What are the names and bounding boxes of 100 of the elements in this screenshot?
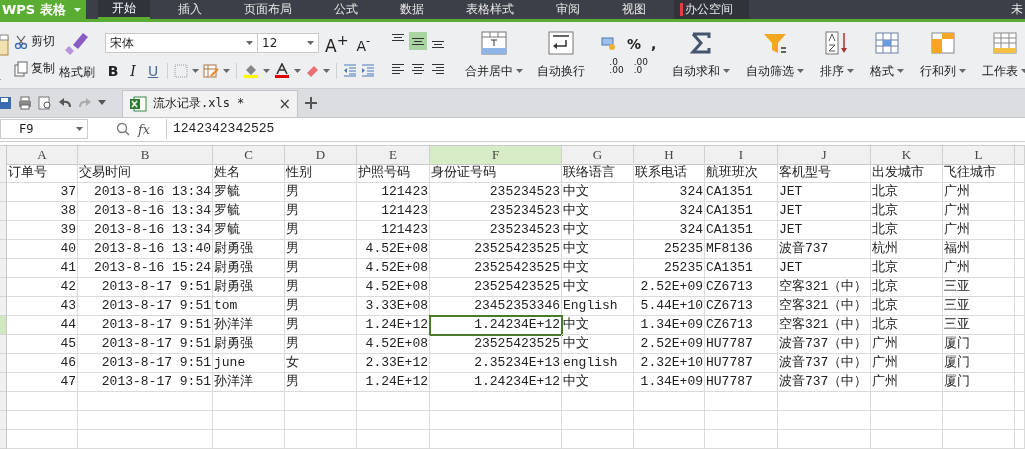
column-header[interactable]: D: [285, 146, 357, 165]
table-style-icon[interactable]: [203, 63, 219, 78]
caret-icon[interactable]: [323, 68, 330, 73]
decrease-decimal-button[interactable]: .00 .0: [633, 58, 648, 75]
table-cell: 43: [7, 297, 78, 316]
caret-icon[interactable]: [223, 68, 230, 73]
table-cell: 厦门: [943, 354, 1015, 373]
table-cell: 广州: [943, 221, 1015, 240]
increase-decimal-button[interactable]: .0 .00: [609, 58, 624, 75]
column-header[interactable]: A: [7, 146, 78, 165]
sum-button[interactable]: 自动求和: [672, 30, 731, 80]
table-cell: 空客321（中）: [778, 316, 871, 335]
caret-icon[interactable]: [959, 69, 967, 74]
table-cell: 空客321（中）: [778, 278, 871, 297]
format-button[interactable]: 格式: [870, 30, 905, 80]
increase-font-button[interactable]: A$^{+}$: [323, 31, 351, 55]
menu-tab[interactable]: 公式: [320, 0, 372, 19]
increase-indent-icon[interactable]: [361, 64, 375, 78]
column-header[interactable]: K: [871, 146, 943, 165]
fill-color-icon[interactable]: [243, 63, 259, 79]
merge-center-button[interactable]: 合并居中: [465, 30, 523, 80]
plus-icon[interactable]: [304, 95, 318, 110]
active-cell[interactable]: 1.24234E+12: [430, 316, 562, 335]
menu-tab[interactable]: 插入: [164, 0, 216, 19]
align-middle-button[interactable]: [409, 32, 427, 51]
rowcol-button[interactable]: 行和列: [920, 30, 967, 80]
account-link[interactable]: 未: [1011, 0, 1025, 19]
caret-icon[interactable]: [1021, 69, 1025, 74]
italic-button[interactable]: I: [125, 62, 141, 79]
caret-icon[interactable]: [98, 100, 106, 106]
menu-tab[interactable]: 表格样式: [452, 0, 528, 19]
sort-button[interactable]: 排序: [820, 30, 855, 80]
menu-tab[interactable]: 视图: [608, 0, 660, 19]
column-header[interactable]: H: [634, 146, 705, 165]
format-painter-button[interactable]: 格式刷: [59, 29, 95, 81]
copy-button[interactable]: 复制: [14, 60, 55, 78]
caret-icon[interactable]: [897, 69, 905, 74]
caret-icon[interactable]: [263, 68, 270, 73]
table-cell: 北京: [871, 202, 943, 221]
table-cell: 235234523: [430, 221, 562, 240]
print-icon[interactable]: [18, 95, 32, 110]
table-cell: 4.52E+08: [357, 259, 430, 278]
table-cell: 2.35234E+13: [430, 354, 562, 373]
decrease-indent-icon[interactable]: [343, 64, 357, 78]
font-size-dropdown[interactable]: 12: [257, 33, 319, 54]
formula-input[interactable]: 1242342342525: [166, 119, 1025, 140]
table-cell: 中文: [562, 259, 634, 278]
table-cell: 38: [7, 202, 78, 221]
document-tab[interactable]: 流水记录.xls * ×: [122, 89, 298, 117]
percent-button[interactable]: %: [627, 36, 642, 53]
close-tab-button[interactable]: ×: [278, 94, 291, 113]
table-cell: 男: [285, 335, 357, 354]
cut-button[interactable]: 剪切: [14, 33, 55, 51]
caret-icon[interactable]: [797, 69, 805, 74]
table-cell: JET: [778, 259, 871, 278]
column-header[interactable]: L: [943, 146, 1015, 165]
insert-function-button[interactable]: fx: [138, 121, 158, 137]
header-cell: 订单号: [7, 164, 78, 183]
column-header[interactable]: F: [430, 146, 562, 165]
table-cell: CZ6713: [705, 278, 778, 297]
filter-button[interactable]: 自动筛选: [746, 30, 805, 80]
font-color-icon[interactable]: [274, 63, 290, 79]
caret-icon[interactable]: [723, 69, 731, 74]
column-header[interactable]: G: [562, 146, 634, 165]
eraser-icon[interactable]: [305, 63, 319, 78]
zoom-icon[interactable]: [116, 122, 130, 137]
caret-icon[interactable]: [294, 68, 301, 73]
currency-format-icon[interactable]: [601, 37, 617, 52]
decrease-font-button[interactable]: A$^{-}$: [354, 31, 373, 55]
name-box[interactable]: F9: [0, 119, 88, 140]
wrap-text-button[interactable]: 自动换行: [537, 30, 585, 80]
empty-cell: [562, 430, 634, 449]
menu-tab[interactable]: 办公空间: [674, 0, 749, 19]
undo-icon[interactable]: [58, 95, 72, 110]
caret-icon[interactable]: [847, 69, 855, 74]
column-header[interactable]: J: [778, 146, 871, 165]
caret-icon[interactable]: [516, 69, 523, 74]
caret-icon[interactable]: [73, 7, 81, 12]
column-header[interactable]: I: [705, 146, 778, 165]
save-icon[interactable]: [0, 95, 12, 110]
font-name-dropdown[interactable]: 宋体: [105, 33, 258, 54]
menu-tab[interactable]: 审阅: [542, 0, 594, 19]
column-header[interactable]: B: [78, 146, 213, 165]
bold-button[interactable]: B: [105, 62, 121, 79]
underline-button[interactable]: U: [145, 62, 161, 79]
table-cell: 三亚: [943, 316, 1015, 335]
caret-icon[interactable]: [246, 41, 253, 46]
caret-icon[interactable]: [76, 127, 83, 132]
caret-icon[interactable]: [192, 68, 199, 73]
clipboard-icon[interactable]: [0, 33, 10, 58]
print-preview-icon[interactable]: [38, 95, 52, 110]
caret-icon[interactable]: [307, 41, 314, 46]
table-cell: 2.33E+12: [357, 354, 430, 373]
menu-tab[interactable]: 页面布局: [230, 0, 306, 19]
sheet-button[interactable]: 工作表: [982, 30, 1025, 80]
comma-button[interactable]: ,: [651, 36, 657, 53]
table-cell: 23525423525: [430, 335, 562, 354]
menu-tab[interactable]: 数据: [386, 0, 438, 19]
column-header[interactable]: C: [213, 146, 285, 165]
menu-tab[interactable]: 开始: [98, 0, 150, 19]
